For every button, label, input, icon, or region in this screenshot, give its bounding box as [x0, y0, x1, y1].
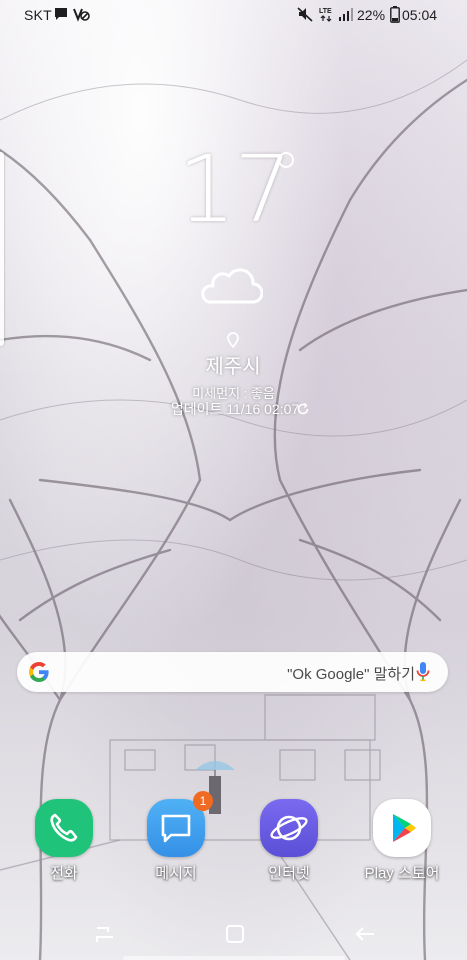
chat-bubble-icon — [53, 6, 69, 25]
edge-panel-handle[interactable] — [0, 152, 4, 346]
app-label: Play 스토어 — [364, 865, 440, 882]
internet-planet-icon — [260, 799, 318, 857]
degree-symbol — [278, 152, 294, 168]
cloud-icon — [201, 264, 264, 311]
play-store-icon — [373, 799, 431, 857]
temperature: 17 — [177, 136, 292, 243]
city-name: 제주시 — [205, 356, 261, 378]
notification-badge: 1 — [193, 791, 213, 811]
battery-icon — [390, 6, 400, 26]
mic-icon[interactable] — [416, 661, 430, 688]
battery-percent: 22% — [357, 7, 386, 23]
status-bar: SKT LTE 22% 05:04 — [0, 0, 467, 30]
google-g-icon — [28, 661, 50, 688]
home-icon[interactable] — [223, 922, 247, 951]
nav-handle — [123, 956, 345, 960]
app-label: 전화 — [50, 865, 78, 882]
clock: 05:04 — [402, 7, 438, 23]
carrier-label: SKT — [24, 7, 52, 23]
svg-text:LTE: LTE — [319, 8, 332, 15]
phone-icon — [35, 799, 93, 857]
app-internet[interactable]: 인터넷 — [244, 799, 334, 885]
app-phone[interactable]: 전화 — [19, 799, 109, 885]
app-messages[interactable]: 메시지 — [131, 799, 221, 885]
mute-icon — [297, 6, 313, 25]
blocked-icon — [72, 6, 90, 25]
lte-icon: LTE — [318, 5, 336, 26]
refresh-icon[interactable] — [296, 402, 310, 421]
ok-google-hint: "Ok Google" 말하기 — [287, 666, 415, 683]
app-label: 인터넷 — [268, 865, 310, 882]
google-search-bar[interactable]: "Ok Google" 말하기 — [17, 652, 448, 692]
signal-icon — [338, 6, 354, 25]
app-play-store[interactable]: Play 스토어 — [357, 799, 447, 885]
app-label: 메시지 — [155, 865, 197, 882]
back-icon[interactable] — [353, 922, 377, 951]
recents-icon[interactable] — [93, 922, 117, 951]
navigation-bar — [0, 910, 467, 960]
